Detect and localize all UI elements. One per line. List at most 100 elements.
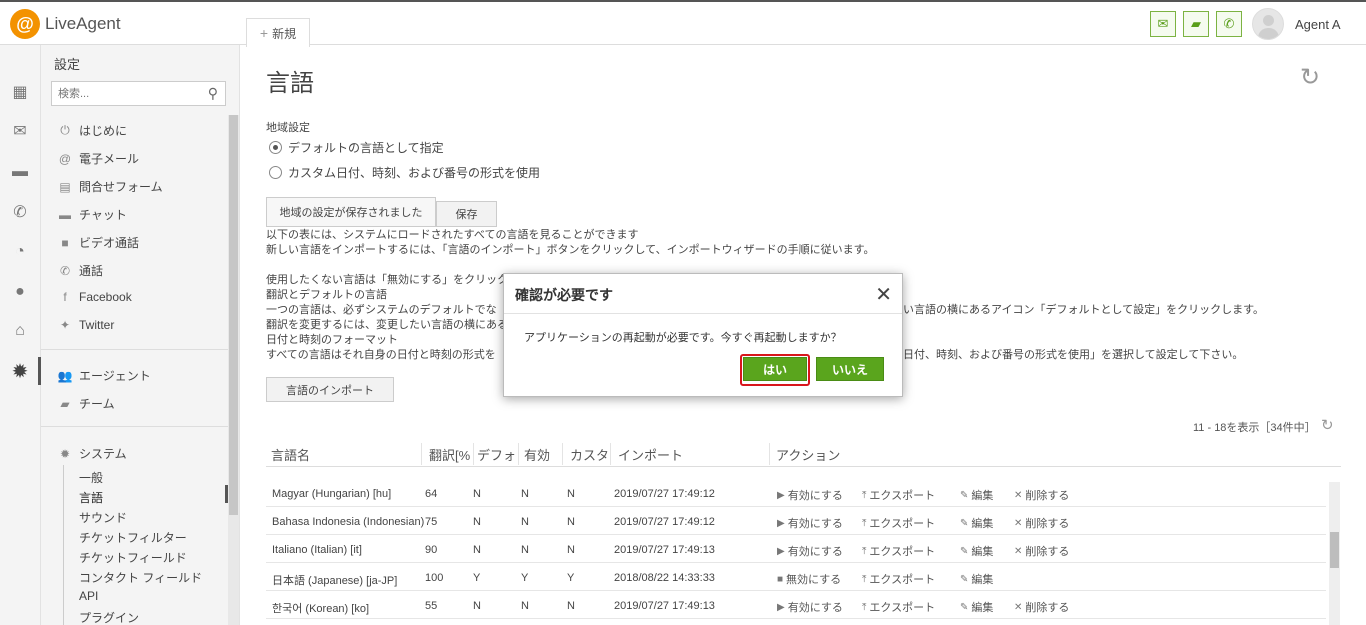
info-line: 日付と時刻のフォーマット — [266, 334, 398, 346]
info-line: すべての言語はそれ自身の日付と時刻の形式を — [266, 349, 496, 361]
sub-ticket-fields[interactable]: チケットフィールド — [79, 549, 187, 566]
import-date-cell: 2018/08/22 14:33:33 — [614, 572, 715, 584]
reports-icon[interactable]: ◔ — [9, 241, 31, 263]
nav-email[interactable]: @ 電子メール — [57, 150, 139, 167]
edit-action[interactable]: ✎ 編集 — [960, 515, 993, 531]
sub-language[interactable]: 言語 — [79, 489, 103, 506]
export-action[interactable]: ⤒ エクスポート — [862, 599, 935, 615]
edit-action[interactable]: ✎ 編集 — [960, 571, 993, 587]
settings-icon[interactable]: ✹ — [9, 360, 31, 383]
settings-saved-button[interactable]: 地域の設定が保存されました — [266, 197, 436, 227]
nav-teams[interactable]: ▰ チーム — [57, 395, 114, 412]
column-header[interactable]: アクション — [776, 445, 896, 464]
phone-icon[interactable]: ✆ — [9, 201, 31, 223]
scrollbar-thumb[interactable] — [1330, 532, 1339, 568]
logo[interactable]: @ LiveAgent — [10, 9, 121, 39]
chat-icon: ▬ — [59, 207, 71, 222]
radio-button[interactable] — [269, 166, 282, 179]
edit-action[interactable]: ✎ 編集 — [960, 487, 993, 503]
contacts-icon[interactable]: ● — [9, 281, 31, 303]
nav-label: 通話 — [79, 264, 104, 278]
language-name-cell: 한국어 (Korean) [ko] — [272, 603, 369, 615]
sub-contact-fields[interactable]: コンタクト フィールド — [79, 569, 202, 586]
export-icon: ⤒ — [862, 517, 867, 529]
export-action[interactable]: ⤒ エクスポート — [862, 543, 935, 559]
mail-icon[interactable]: ✉ — [1150, 11, 1176, 37]
play-icon: ▶ — [777, 601, 785, 613]
refresh-icon[interactable]: ↻ — [1300, 63, 1320, 92]
enable-action[interactable]: ▶ 有効にする — [777, 487, 843, 503]
search-icon[interactable]: ⚲ — [208, 85, 218, 102]
import-language-button[interactable]: 言語のインポート — [266, 377, 394, 402]
nav-system[interactable]: ✹ システム — [57, 445, 127, 462]
sub-api[interactable]: API — [79, 589, 98, 603]
knowledgebase-icon[interactable]: ⌂ — [9, 320, 31, 342]
disable-action[interactable]: ■ 無効にする — [777, 571, 841, 587]
dashboard-icon[interactable]: ▦ — [9, 81, 31, 103]
pagination-info: 11 - 18を表示［34件中］ — [1193, 422, 1316, 434]
table-row: 한국어 (Korean) [ko] 55 N N N 2019/07/27 17:49:1… — [266, 591, 1326, 619]
stop-icon: ■ — [777, 573, 784, 585]
sub-general[interactable]: 一般 — [79, 469, 103, 486]
save-button[interactable]: 保存 — [436, 201, 497, 227]
column-header[interactable]: 言語名 — [271, 445, 421, 464]
column-header[interactable]: カスタ — [570, 445, 610, 464]
enable-action[interactable]: ▶ 有効にする — [777, 515, 843, 531]
new-tab-button[interactable]: + 新規 — [246, 18, 310, 47]
sub-ticket-filter[interactable]: チケットフィルター — [79, 529, 187, 546]
yes-button[interactable]: はい — [743, 357, 807, 381]
nav-call[interactable]: ✆ 通話 — [57, 262, 103, 279]
column-header[interactable]: インポート — [618, 445, 758, 464]
column-header[interactable]: 翻訳[% — [429, 445, 473, 464]
refresh-icon[interactable]: ↻ — [1321, 416, 1334, 434]
radio-button[interactable] — [269, 141, 282, 154]
edit-action[interactable]: ✎ 編集 — [960, 543, 993, 559]
language-name-cell: 日本語 (Japanese) [ja-JP] — [272, 575, 398, 587]
custom-cell: N — [567, 488, 575, 500]
enable-action[interactable]: ▶ 有効にする — [777, 543, 843, 559]
nav-label: 電子メール — [79, 152, 140, 166]
phone-icon[interactable]: ✆ — [1216, 11, 1242, 37]
search-input[interactable] — [52, 82, 192, 105]
info-line: 使用したくない言語は「無効にする」をクリック — [266, 274, 509, 286]
action-label: エクスポート — [869, 546, 936, 558]
scrollbar-thumb[interactable] — [229, 115, 238, 515]
export-action[interactable]: ⤒ エクスポート — [862, 571, 935, 587]
nav-twitter[interactable]: ✦ Twitter — [57, 318, 114, 332]
delete-action[interactable]: ✕ 削除する — [1014, 487, 1069, 503]
table-row: Magyar (Hungarian) [hu] 64 N N N 2019/07/27 1… — [266, 479, 1326, 507]
no-button[interactable]: いいえ — [816, 357, 884, 381]
delete-action[interactable]: ✕ 削除する — [1014, 543, 1069, 559]
delete-action[interactable]: ✕ 削除する — [1014, 515, 1069, 531]
chat-icon[interactable]: ▬ — [9, 161, 31, 183]
delete-action[interactable]: ✕ 削除する — [1014, 599, 1069, 615]
agent-name[interactable]: Agent A — [1295, 17, 1341, 32]
radio-custom-format[interactable]: カスタム日付、時刻、および番号の形式を使用 — [269, 164, 540, 181]
column-header[interactable]: デフォ — [477, 445, 517, 464]
nav-agents[interactable]: 👥 エージェント — [57, 367, 151, 384]
default-cell: N — [473, 544, 481, 556]
avatar[interactable] — [1252, 8, 1284, 40]
power-icon: ⏻ — [60, 123, 70, 137]
nav-facebook[interactable]: f Facebook — [57, 290, 131, 304]
enable-action[interactable]: ▶ 有効にする — [777, 599, 843, 615]
nav-contact-form[interactable]: ▤ 問合せフォーム — [57, 178, 162, 195]
sub-sounds[interactable]: サウンド — [79, 509, 127, 526]
enabled-cell: N — [521, 488, 529, 500]
nav-chat[interactable]: ▬ チャット — [57, 206, 127, 223]
close-icon[interactable]: ✕ — [875, 282, 892, 307]
mail-icon[interactable]: ✉ — [9, 120, 31, 142]
table-scrollbar[interactable] — [1329, 482, 1340, 625]
action-label: 削除する — [1025, 546, 1070, 558]
export-action[interactable]: ⤒ エクスポート — [862, 515, 935, 531]
nav-getting-started[interactable]: ⏻ はじめに — [57, 122, 127, 139]
action-label: 編集 — [971, 490, 994, 502]
sub-plugins[interactable]: プラグイン — [79, 609, 139, 625]
sidebar-scrollbar[interactable] — [228, 115, 239, 625]
column-header[interactable]: 有効 — [524, 445, 560, 464]
nav-video-call[interactable]: ■ ビデオ通話 — [57, 234, 139, 251]
edit-action[interactable]: ✎ 編集 — [960, 599, 993, 615]
export-action[interactable]: ⤒ エクスポート — [862, 487, 935, 503]
radio-default-language[interactable]: デフォルトの言語として指定 — [269, 139, 444, 156]
chat-icon[interactable]: ▰ — [1183, 11, 1209, 37]
